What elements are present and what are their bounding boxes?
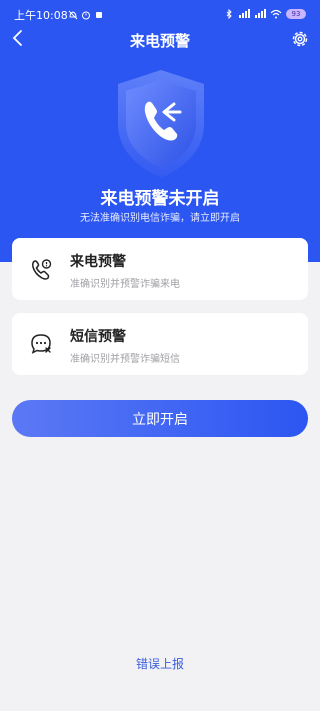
top-nav: 来电预警	[0, 28, 320, 52]
sms-alert-icon	[31, 334, 51, 354]
app-notification-icon	[96, 12, 102, 18]
feature-description: 准确识别并预警诈骗短信	[70, 354, 180, 365]
signal-icon	[239, 9, 250, 18]
hero-subline: 无法准确识别电信诈骗，请立即开启	[80, 213, 240, 224]
feature-description: 准确识别并预警诈骗来电	[70, 279, 180, 290]
feature-card-call[interactable]: 来电预警 准确识别并预警诈骗来电	[12, 238, 308, 300]
signal-icon-2	[255, 9, 266, 18]
status-time: 上午10:08	[14, 9, 68, 22]
feature-card-sms[interactable]: 短信预警 准确识别并预警诈骗短信	[12, 313, 308, 375]
feature-title: 来电预警	[70, 254, 126, 270]
status-left-icons	[68, 10, 104, 20]
error-report-link[interactable]: 错误上报	[0, 655, 320, 672]
bluetooth-icon	[226, 9, 232, 19]
hero-headline: 来电预警未开启	[100, 189, 220, 209]
status-right-icons: 93	[224, 9, 306, 19]
shield-phone-icon	[118, 70, 204, 178]
wifi-icon	[270, 9, 282, 19]
phone-alert-icon	[32, 259, 52, 280]
alarm-icon	[82, 11, 90, 20]
mute-bell-icon	[68, 10, 78, 20]
feature-title: 短信预警	[70, 329, 126, 345]
status-bar: 上午10:08 93	[0, 0, 320, 24]
enable-now-button[interactable]: 立即开启	[12, 400, 308, 437]
page-title: 来电预警	[129, 32, 190, 50]
gear-icon[interactable]	[290, 29, 310, 49]
battery-indicator: 93	[286, 9, 306, 19]
